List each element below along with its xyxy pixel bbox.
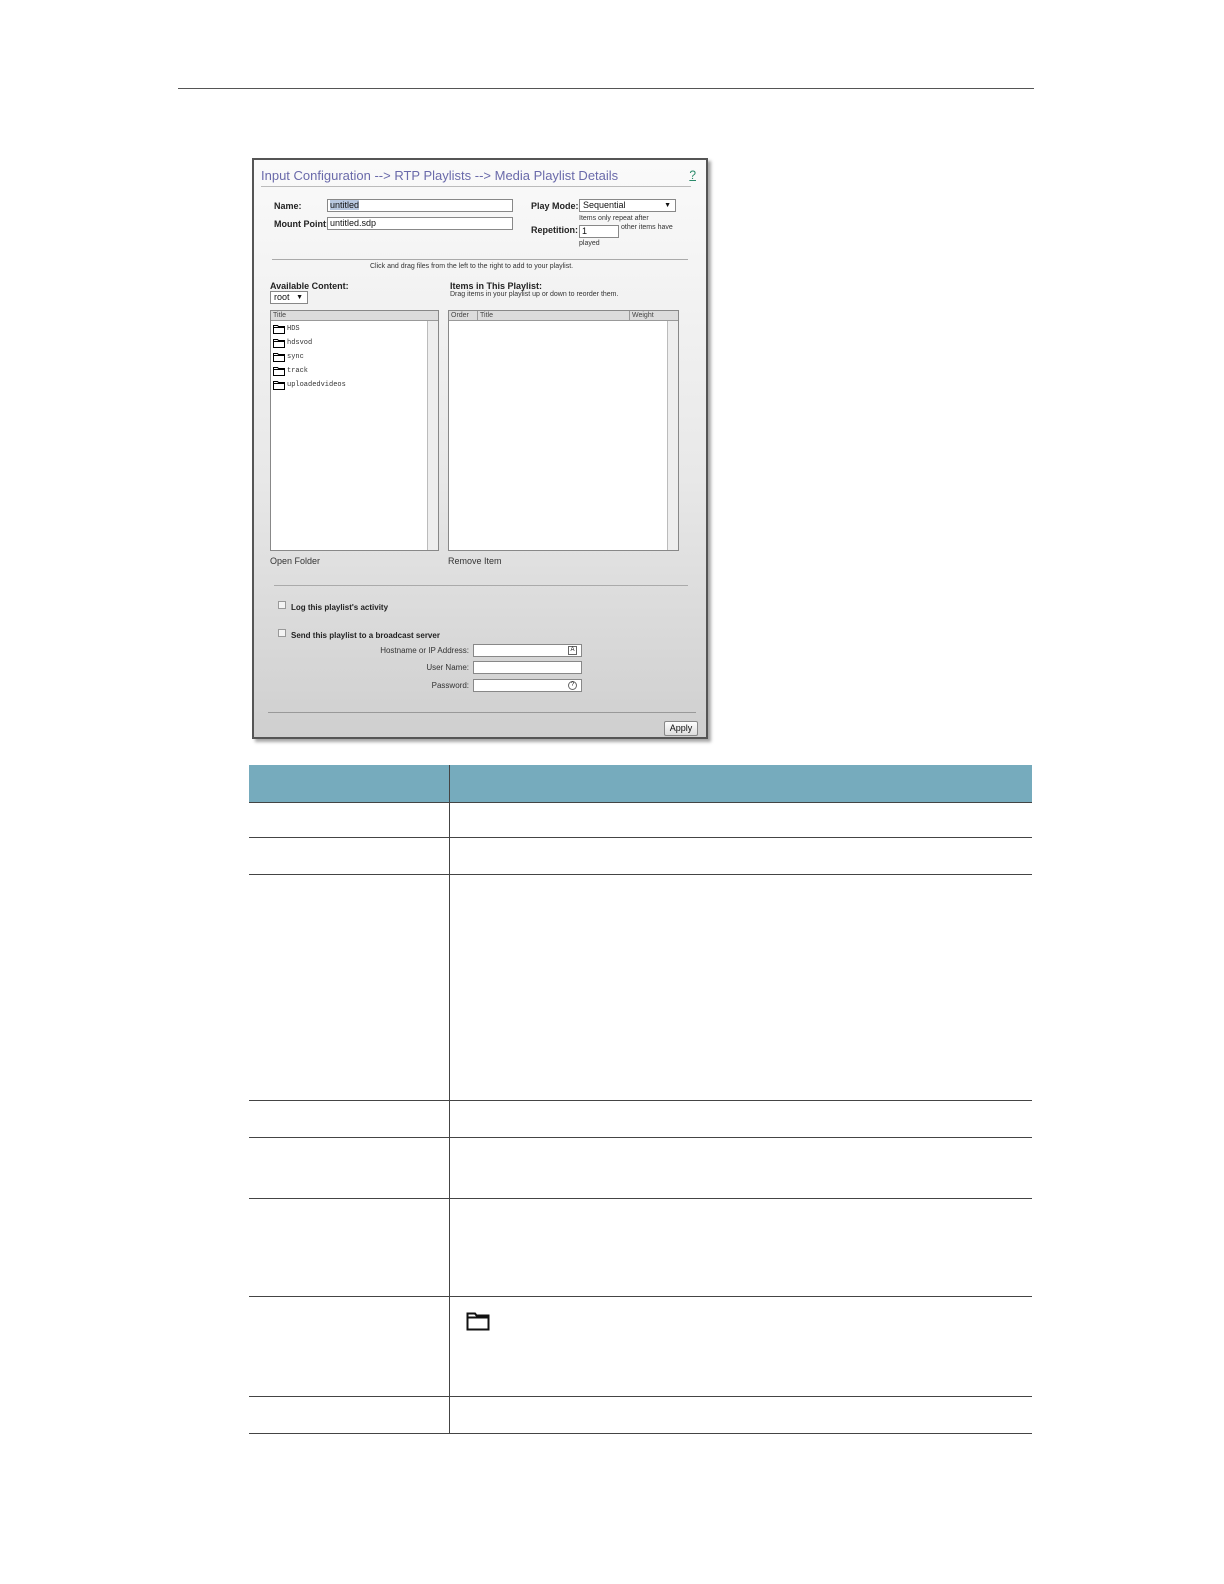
play-mode-value: Sequential bbox=[583, 200, 626, 210]
repetition-pre-text: Items only repeat after bbox=[579, 215, 649, 222]
folder-icon bbox=[273, 339, 285, 348]
repetition-post-text-2: played bbox=[579, 240, 600, 247]
password-label: Password: bbox=[431, 681, 469, 690]
user-name-input[interactable] bbox=[473, 661, 582, 674]
send-broadcast-checkbox[interactable] bbox=[278, 629, 286, 637]
send-broadcast-label: Send this playlist to a broadcast server bbox=[291, 631, 440, 640]
reorder-hint: Drag items in your playlist up or down t… bbox=[450, 291, 619, 298]
play-mode-label: Play Mode: bbox=[531, 201, 579, 211]
divider bbox=[268, 712, 696, 713]
row-divider bbox=[249, 1433, 1032, 1434]
folder-icon bbox=[273, 353, 285, 362]
playlist-items-list[interactable]: Order Title Weight bbox=[448, 310, 679, 551]
root-select-value: root bbox=[274, 292, 290, 302]
row-divider bbox=[249, 1198, 1032, 1199]
log-activity-label: Log this playlist's activity bbox=[291, 603, 389, 612]
key-icon: ? bbox=[568, 681, 577, 690]
name-input[interactable]: untitled bbox=[327, 199, 513, 212]
name-label: Name: bbox=[274, 201, 302, 211]
chevron-down-icon: ▼ bbox=[664, 202, 671, 209]
row-divider bbox=[249, 1100, 1032, 1101]
row-divider bbox=[249, 1296, 1032, 1297]
log-activity-checkbox[interactable] bbox=[278, 601, 286, 609]
divider bbox=[274, 585, 688, 586]
title-divider bbox=[261, 186, 691, 187]
apply-button[interactable]: Apply bbox=[664, 721, 698, 736]
row-divider bbox=[249, 1137, 1032, 1138]
folder-name: sync bbox=[287, 353, 304, 361]
folder-icon bbox=[273, 367, 285, 376]
row-divider bbox=[249, 1396, 1032, 1397]
playlist-list-scrollbar[interactable] bbox=[667, 321, 678, 550]
folder-icon bbox=[466, 1312, 490, 1331]
hostname-input[interactable]: A bbox=[473, 644, 582, 657]
help-link[interactable]: ? bbox=[689, 168, 696, 182]
folder-name: track bbox=[287, 367, 309, 375]
column-header-order[interactable]: Order bbox=[449, 311, 469, 320]
folder-icon bbox=[273, 325, 285, 334]
user-name-label: User Name: bbox=[426, 663, 469, 672]
remove-item-link[interactable]: Remove Item bbox=[448, 556, 502, 566]
playlist-list-header: Order Title Weight bbox=[449, 311, 678, 321]
folder-icon bbox=[273, 381, 285, 390]
available-list-header: Title bbox=[271, 311, 438, 321]
repetition-input[interactable]: 1 bbox=[579, 225, 619, 238]
column-header-title[interactable]: Title bbox=[478, 311, 493, 320]
password-input[interactable]: ? bbox=[473, 679, 582, 692]
open-folder-link[interactable]: Open Folder bbox=[270, 556, 320, 566]
repetition-post-text: other items have bbox=[621, 224, 673, 231]
repetition-label: Repetition: bbox=[531, 225, 578, 235]
folder-name: hdsvod bbox=[287, 339, 313, 347]
contact-card-icon: A bbox=[568, 646, 577, 655]
drag-hint: Click and drag files from the left to th… bbox=[370, 263, 574, 270]
row-divider bbox=[249, 874, 1032, 875]
available-content-label: Available Content: bbox=[270, 281, 349, 291]
mount-point-label: Mount Point: bbox=[274, 219, 329, 229]
panel-title: Input Configuration --> RTP Playlists --… bbox=[261, 168, 619, 183]
folder-name: HDS bbox=[287, 325, 300, 333]
available-list-scrollbar[interactable] bbox=[427, 321, 438, 550]
column-header-weight[interactable]: Weight bbox=[630, 311, 654, 320]
root-select[interactable]: root ▼ bbox=[270, 291, 308, 304]
folder-name: uploadedvideos bbox=[287, 381, 346, 389]
divider bbox=[272, 259, 688, 260]
row-divider bbox=[249, 837, 1032, 838]
items-in-playlist-label: Items in This Playlist: bbox=[450, 281, 543, 291]
page-header-rule bbox=[178, 88, 1034, 89]
name-input-value: untitled bbox=[330, 200, 360, 210]
available-content-list[interactable]: Title HDS hdsvod sync track uploadedvide… bbox=[270, 310, 439, 551]
play-mode-select[interactable]: Sequential ▼ bbox=[579, 199, 676, 212]
media-playlist-details-panel: Input Configuration --> RTP Playlists --… bbox=[252, 158, 708, 739]
column-header-title[interactable]: Title bbox=[271, 311, 286, 320]
mount-point-input[interactable]: untitled.sdp bbox=[327, 217, 513, 230]
chevron-down-icon: ▼ bbox=[296, 294, 303, 301]
hostname-label: Hostname or IP Address: bbox=[380, 646, 469, 655]
table-header bbox=[249, 765, 1032, 803]
column-divider bbox=[449, 765, 450, 1433]
